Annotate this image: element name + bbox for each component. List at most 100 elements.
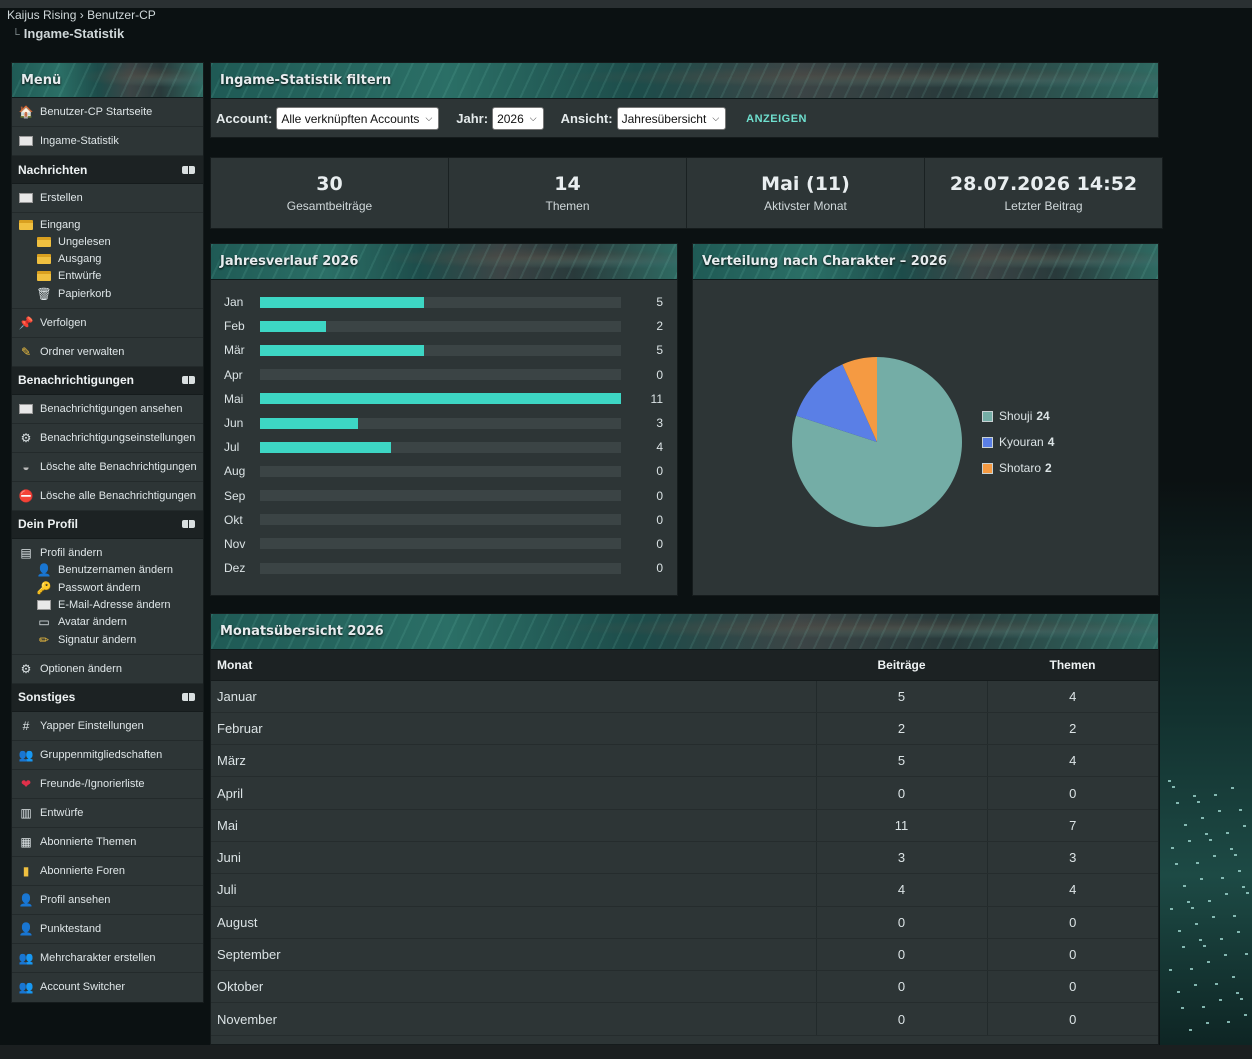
city-light [1172,786,1175,788]
city-light [1220,938,1223,940]
bar-category-label: Mär [224,343,245,358]
sidebar-item-view-alerts[interactable]: Benachrichtigungen ansehen [12,395,203,424]
city-light [1189,1029,1192,1031]
sidebar-item-unread[interactable]: Ungelesen [12,233,203,250]
delete-icon: ⛔ [18,488,34,503]
sidebar-item-account-switcher[interactable]: 👥 Account Switcher [12,973,203,1002]
legend-item: Kyouran 4 [982,429,1054,455]
threads-cell: 0 [986,938,1158,972]
sidebar-item-alert-settings[interactable]: ⚙ Benachrichtigungseinstellungen [12,424,203,453]
sidebar-item-subscribed-threads[interactable]: ▦ Abonnierte Themen [12,828,203,857]
yearly-chart-title: Jahresverlauf 2026 [211,244,677,280]
collapse-icon[interactable] [182,693,195,702]
city-light [1207,961,1210,963]
sidebar-item-yapper[interactable]: # Yapper Einstellungen [12,712,203,741]
city-light [1195,923,1198,925]
sidebar-item-drafts-2[interactable]: ▥ Entwürfe [12,799,203,828]
sidebar-item-change-avatar[interactable]: ▭ Avatar ändern [12,614,203,631]
city-light [1187,901,1190,903]
sidebar-item-label: Lösche alte Benachrichtigungen [40,460,197,473]
sidebar-item-ingame-stats[interactable]: Ingame-Statistik [12,127,203,156]
city-light [1200,878,1203,880]
sidebar-item-delete-all-alerts[interactable]: ⛔ Lösche alle Benachrichtigungen [12,482,203,511]
table-row: Juni 3 3 [211,841,1158,875]
bar-category-label: Jun [224,416,244,431]
sidebar-item-label: Abonnierte Themen [40,835,137,848]
sidebar-item-trash[interactable]: 🗑 Papierkorb [12,285,203,302]
collapse-icon[interactable] [182,165,195,174]
sidebar-item-ucp-home[interactable]: 🏠 Benutzer-CP Startseite [12,98,203,127]
yearly-bar-chart: Jan 5 Feb 2 Mär 5 Apr 0 Mai 11 Jun 3 Jul 4 Aug 0 Sep 0 Okt… [211,280,677,580]
city-light [1234,854,1237,856]
sidebar-item-compose[interactable]: Erstellen [12,184,203,213]
folder-edit-icon: ✎ [20,344,32,359]
sidebar-item-multi-character[interactable]: 👥 Mehrcharakter erstellen [12,944,203,973]
sidebar-item-change-email[interactable]: E-Mail-Adresse ändern [12,596,203,613]
threads-cell: 0 [986,906,1158,939]
city-light [1212,916,1215,918]
city-light [1240,998,1243,1000]
legend-label: Shotaro [999,461,1042,475]
posts-cell: 0 [815,970,987,1004]
heart-icon: ❤ [20,776,32,791]
bar-category-label: Aug [224,464,246,479]
stat-value: 14 [554,173,581,195]
bar-row: Dez 0 [224,556,663,580]
bar [260,320,326,332]
sidebar-item-change-signature[interactable]: ✏ Signatur ändern [12,631,203,648]
table-row: September 0 0 [211,938,1158,972]
bar-row: Apr 0 [224,363,663,387]
sidebar-item-drafts[interactable]: Entwürfe [12,268,203,285]
breadcrumb-forum[interactable]: Kaijus Rising [7,8,76,22]
city-light [1171,847,1174,849]
legend-item: Shotaro 2 [982,455,1054,481]
posts-cell: 0 [815,906,987,939]
sidebar-item-inbox[interactable]: Eingang [12,213,203,233]
breadcrumb-section[interactable]: Benutzer-CP [87,8,156,22]
sidebar-item-groups[interactable]: 👥 Gruppenmitgliedschaften [12,741,203,770]
monthly-title-text: Monatsübersicht 2026 [220,624,384,639]
posts-cell: 2 [815,712,987,746]
sidebar-item-manage-folders[interactable]: ✎ Ordner verwalten [12,338,203,367]
page-title: └ Ingame-Statistik [12,26,124,41]
city-light [1245,953,1248,955]
sidebar-item-options[interactable]: ⚙ Optionen ändern [12,655,203,684]
city-light [1226,832,1229,834]
sidebar-item-label: Passwort ändern [58,581,141,594]
sidebar-item-label: Erstellen [40,192,83,204]
view-select[interactable]: Jahresübersicht ⌵ [616,107,727,130]
sidebar-item-subscribed-forums[interactable]: ▮ Abonnierte Foren [12,857,203,886]
bar-category-label: Dez [224,561,246,576]
bar-category-label: Nov [224,536,246,551]
table-header-row: Monat Beiträge Themen [211,650,1158,681]
sidebar-item-view-profile[interactable]: 👤 Profil ansehen [12,886,203,915]
city-light [1188,840,1191,842]
sidebar-item-outbox[interactable]: Ausgang [12,250,203,267]
sidebar-item-tracking[interactable]: 📌 Verfolgen [12,309,203,338]
city-light [1232,976,1235,978]
gear-icon: ⚙ [20,430,32,445]
sidebar-item-label: E-Mail-Adresse ändern [58,599,171,612]
show-button[interactable]: ANZEIGEN [746,113,807,125]
account-select[interactable]: Alle verknüpften Accounts ⌵ [276,107,440,130]
legend-value: 2 [1045,461,1052,475]
year-select[interactable]: 2026 ⌵ [492,107,544,130]
folder-icon [36,252,52,266]
collapse-icon[interactable] [182,520,195,529]
sidebar-item-label: Avatar ändern [58,616,127,629]
city-light [1206,1022,1209,1024]
city-light [1199,939,1202,941]
folder-icon [36,269,52,283]
sidebar-item-change-password[interactable]: 🔑 Passwort ändern [12,579,203,596]
sidebar-menu: Menü 🏠 Benutzer-CP Startseite Ingame-Stat… [11,62,204,1003]
sidebar-item-friends[interactable]: ❤ Freunde-/Ignorierliste [12,770,203,799]
sidebar-item-points[interactable]: 👤 Punktestand [12,915,203,944]
city-light [1183,885,1186,887]
sidebar-item-edit-profile[interactable]: ▤ Profil ändern [12,539,203,562]
sidebar-item-change-username[interactable]: 👤 Benutzernamen ändern [12,562,203,579]
section-title: Dein Profil [18,517,79,532]
sidebar-item-delete-old-alerts[interactable]: ◒ Lösche alte Benachrichtigungen [12,453,203,482]
user-icon: 👤 [18,921,34,936]
bar-category-label: Feb [224,319,245,334]
collapse-icon[interactable] [182,376,195,385]
